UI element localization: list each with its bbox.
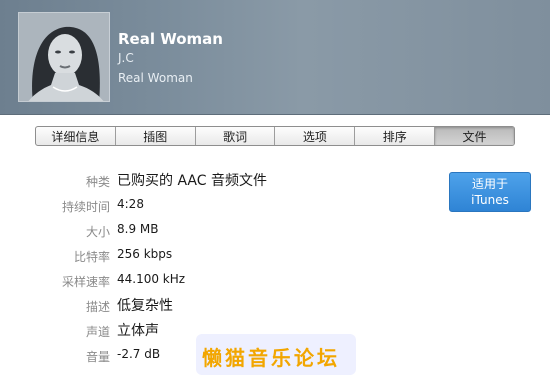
tab-file[interactable]: 文件 — [435, 127, 514, 145]
info-label: 比特率 — [73, 250, 110, 264]
album-artwork — [18, 12, 110, 102]
info-value: 256 kbps — [117, 247, 173, 261]
info-label: 描述 — [85, 300, 110, 314]
tab-details[interactable]: 详细信息 — [36, 127, 116, 145]
info-row-size: 大小 8.9 MB — [0, 218, 420, 243]
info-value: 低复杂性 — [117, 298, 173, 314]
info-row-kind: 种类 已购买的 AAC 音频文件 — [0, 168, 420, 193]
forum-watermark: 懒猫音乐论坛 — [196, 334, 356, 375]
track-header: Real Woman J.C Real Woman — [0, 0, 550, 115]
info-row-description: 描述 低复杂性 — [0, 293, 420, 318]
tab-sorting[interactable]: 排序 — [355, 127, 436, 145]
track-artist: J.C — [118, 51, 134, 65]
info-tabs: 详细信息 插图 歌词 选项 排序 文件 — [35, 126, 515, 146]
album-artwork-image — [19, 13, 109, 101]
info-label: 种类 — [85, 175, 110, 189]
info-row-sample-rate: 采样速率 44.100 kHz — [0, 268, 420, 293]
info-label: 声道 — [85, 325, 110, 339]
itunes-compatible-button[interactable]: 适用于 iTunes — [449, 172, 531, 212]
info-value: 8.9 MB — [117, 222, 159, 236]
button-line-1: 适用于 — [471, 177, 508, 191]
info-row-duration: 持续时间 4:28 — [0, 193, 420, 218]
info-row-bitrate: 比特率 256 kbps — [0, 243, 420, 268]
tab-artwork[interactable]: 插图 — [116, 127, 196, 145]
info-label: 采样速率 — [61, 275, 110, 289]
info-value: 立体声 — [117, 323, 159, 339]
info-value: 4:28 — [117, 197, 144, 211]
track-album: Real Woman — [118, 71, 193, 85]
info-value: 44.100 kHz — [117, 272, 186, 286]
track-title: Real Woman — [118, 30, 223, 48]
info-label: 大小 — [85, 225, 110, 239]
button-line-2: iTunes — [471, 193, 509, 207]
tab-options[interactable]: 选项 — [275, 127, 356, 145]
info-label: 持续时间 — [61, 200, 110, 214]
watermark-text: 懒猫音乐论坛 — [202, 346, 340, 370]
info-value: -2.7 dB — [117, 347, 161, 361]
info-label: 音量 — [85, 350, 110, 364]
tab-lyrics[interactable]: 歌词 — [196, 127, 276, 145]
info-value: 已购买的 AAC 音频文件 — [117, 173, 267, 189]
